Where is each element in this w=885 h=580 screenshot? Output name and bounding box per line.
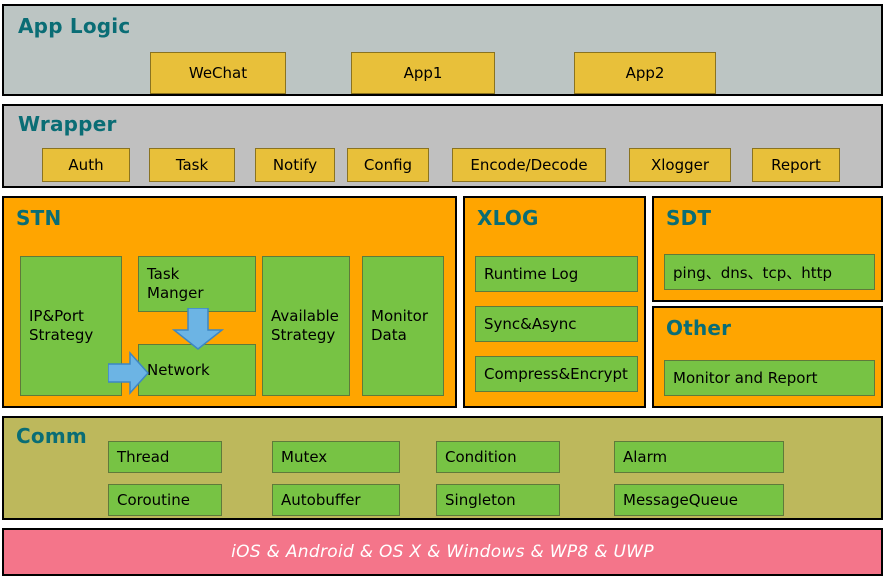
module-app2[interactable]: App2 (574, 52, 716, 94)
module-report-label: Report (771, 156, 821, 174)
other-title: Other (666, 316, 732, 340)
arrow-down-icon (171, 308, 225, 350)
module-task[interactable]: Task (149, 148, 235, 182)
module-monitor-and-report[interactable]: Monitor and Report (664, 360, 875, 396)
section-sdt: SDT ping、dns、tcp、http (652, 196, 883, 302)
module-xlogger-label: Xlogger (650, 156, 710, 174)
module-available-strategy[interactable]: Available Strategy (262, 256, 350, 396)
module-condition-label: Condition (445, 448, 517, 466)
section-other: Other Monitor and Report (652, 306, 883, 408)
section-comm: Comm Thread Mutex Condition Alarm Corout… (2, 416, 883, 520)
module-ip-port-strategy-label: IP&Port Strategy (29, 307, 94, 344)
module-runtime-log-label: Runtime Log (484, 265, 579, 283)
comm-title: Comm (16, 424, 87, 448)
section-wrapper: Wrapper Auth Task Notify Config Encode/D… (2, 104, 883, 188)
wrapper-title: Wrapper (18, 112, 117, 136)
module-coroutine[interactable]: Coroutine (108, 484, 222, 516)
app-logic-module-row: WeChat App1 App2 (4, 52, 881, 94)
module-task-manger[interactable]: Task Manger (138, 256, 256, 312)
module-condition[interactable]: Condition (436, 441, 560, 473)
module-auth[interactable]: Auth (42, 148, 130, 182)
architecture-diagram: App Logic WeChat App1 App2 Wrapper Auth … (0, 0, 885, 580)
section-stn: STN IP&Port Strategy Task Manger Network A… (2, 196, 457, 408)
module-config-label: Config (363, 156, 413, 174)
module-singleton-label: Singleton (445, 491, 516, 509)
module-compress-encrypt[interactable]: Compress&Encrypt (475, 356, 638, 392)
module-monitor-data[interactable]: Monitor Data (362, 256, 444, 396)
xlog-title: XLOG (477, 206, 539, 230)
sdt-title: SDT (666, 206, 712, 230)
app-logic-title: App Logic (18, 14, 131, 38)
module-protocols-label: ping、dns、tcp、http (673, 263, 833, 282)
module-notify[interactable]: Notify (255, 148, 335, 182)
module-message-queue-label: MessageQueue (623, 491, 739, 509)
module-app2-label: App2 (625, 64, 665, 82)
module-sync-async-label: Sync&Async (484, 315, 577, 333)
module-autobuffer-label: Autobuffer (281, 491, 361, 509)
module-autobuffer[interactable]: Autobuffer (272, 484, 400, 516)
module-network-label: Network (147, 361, 210, 379)
stn-module-area: IP&Port Strategy Task Manger Network Avail… (4, 198, 455, 406)
module-monitor-and-report-label: Monitor and Report (673, 369, 818, 387)
module-ip-port-strategy[interactable]: IP&Port Strategy (20, 256, 122, 396)
module-alarm-label: Alarm (623, 448, 668, 466)
module-thread[interactable]: Thread (108, 441, 222, 473)
module-wechat-label: WeChat (188, 64, 248, 82)
module-xlogger[interactable]: Xlogger (629, 148, 731, 182)
module-app1[interactable]: App1 (351, 52, 495, 94)
module-network[interactable]: Network (138, 344, 256, 396)
module-runtime-log[interactable]: Runtime Log (475, 256, 638, 292)
section-xlog: XLOG Runtime Log Sync&Async Compress&Enc… (463, 196, 646, 408)
section-platform: iOS & Android & OS X & Windows & WP8 & U… (2, 528, 883, 576)
module-encode-decode[interactable]: Encode/Decode (452, 148, 606, 182)
module-encode-decode-label: Encode/Decode (470, 156, 588, 174)
module-task-manger-label: Task Manger (147, 265, 204, 302)
module-available-strategy-label: Available Strategy (271, 307, 339, 344)
module-mutex-label: Mutex (281, 448, 328, 466)
module-thread-label: Thread (117, 448, 170, 466)
module-sync-async[interactable]: Sync&Async (475, 306, 638, 342)
module-app1-label: App1 (403, 64, 443, 82)
module-notify-label: Notify (272, 156, 318, 174)
module-auth-label: Auth (68, 156, 104, 174)
module-wechat[interactable]: WeChat (150, 52, 286, 94)
module-mutex[interactable]: Mutex (272, 441, 400, 473)
wrapper-module-row: Auth Task Notify Config Encode/Decode Xl… (4, 148, 881, 184)
module-monitor-data-label: Monitor Data (371, 307, 429, 344)
module-coroutine-label: Coroutine (117, 491, 190, 509)
arrow-right-icon (108, 351, 150, 395)
module-config[interactable]: Config (347, 148, 429, 182)
platform-label: iOS & Android & OS X & Windows & WP8 & U… (231, 542, 654, 562)
module-compress-encrypt-label: Compress&Encrypt (484, 365, 628, 383)
section-app-logic: App Logic WeChat App1 App2 (2, 4, 883, 96)
module-task-label: Task (175, 156, 209, 174)
module-report[interactable]: Report (752, 148, 840, 182)
module-message-queue[interactable]: MessageQueue (614, 484, 784, 516)
module-alarm[interactable]: Alarm (614, 441, 784, 473)
module-singleton[interactable]: Singleton (436, 484, 560, 516)
module-protocols[interactable]: ping、dns、tcp、http (664, 254, 875, 290)
